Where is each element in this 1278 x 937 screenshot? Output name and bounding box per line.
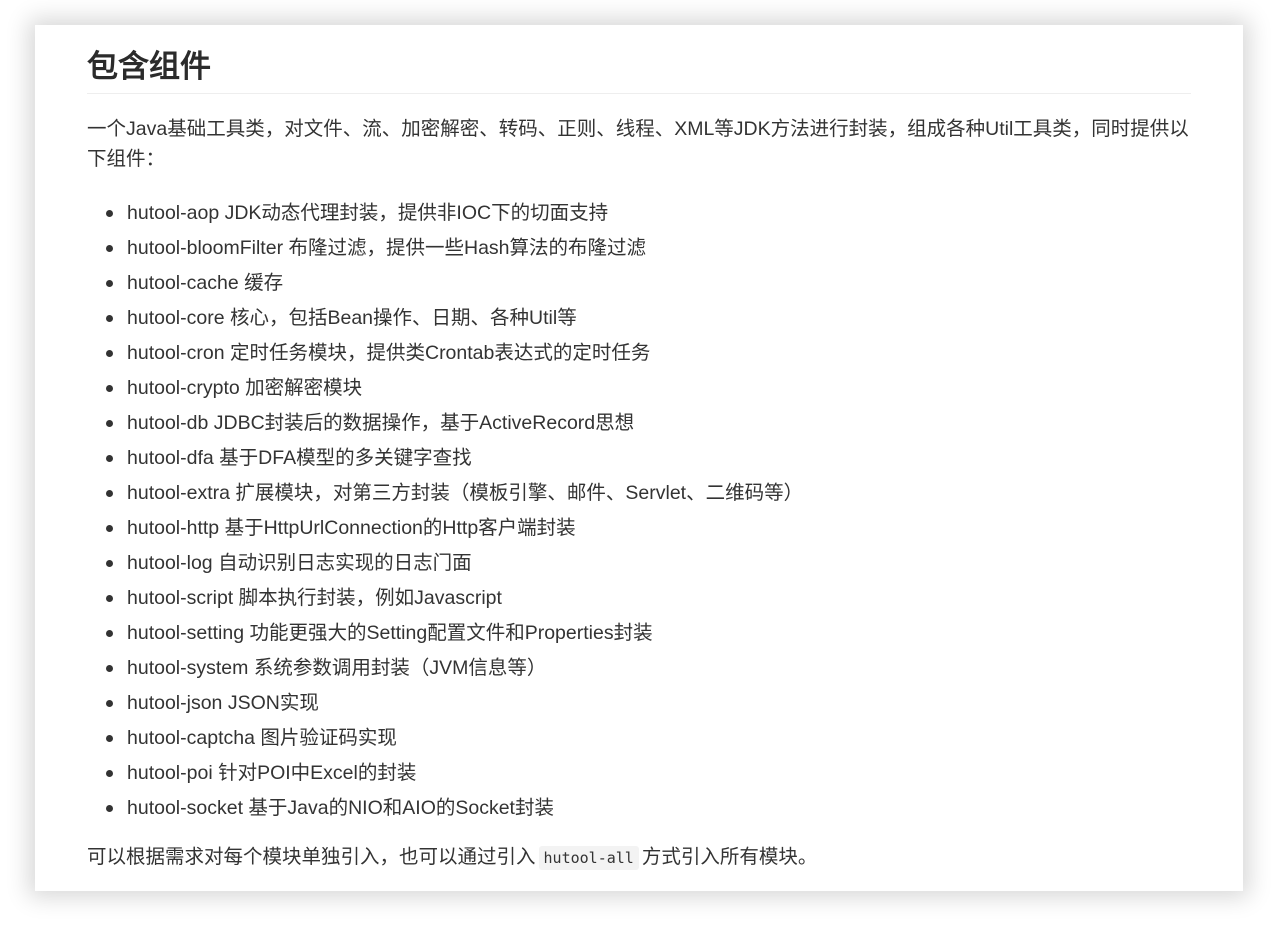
module-description: JDK动态代理封装，提供非IOC下的切面支持 [224,202,609,224]
list-item: hutool-socket 基于Java的NIO和AIO的Socket封装 [106,791,1191,826]
bullet-icon [106,805,113,812]
list-item: hutool-crypto 加密解密模块 [106,371,1191,406]
list-item: hutool-script 脚本执行封装，例如Javascript [106,581,1191,616]
bullet-icon [106,210,113,217]
module-name: hutool-poi [127,762,213,784]
module-name: hutool-setting [127,622,245,644]
module-name: hutool-system [127,657,249,679]
inline-code: hutool-all [538,846,639,870]
list-item: hutool-cache 缓存 [106,266,1191,301]
list-item: hutool-bloomFilter 布隆过滤，提供一些Hash算法的布隆过滤 [106,231,1191,266]
list-item: hutool-extra 扩展模块，对第三方封装（模板引擎、邮件、Servlet… [106,476,1191,511]
bullet-icon [106,630,113,637]
module-description: 定时任务模块，提供类Crontab表达式的定时任务 [229,342,651,364]
list-item: hutool-dfa 基于DFA模型的多关键字查找 [106,441,1191,476]
module-name: hutool-cache [127,272,239,294]
module-name: hutool-socket [127,797,243,819]
bullet-icon [106,280,113,287]
module-name: hutool-script [127,587,234,609]
list-item: hutool-json JSON实现 [106,686,1191,721]
module-name: hutool-aop [127,202,220,224]
module-description: 核心，包括Bean操作、日期、各种Util等 [229,307,577,329]
module-list: hutool-aop JDK动态代理封装，提供非IOC下的切面支持 hutool-… [87,196,1191,826]
footer-text-after: 方式引入所有模块。 [641,846,818,868]
module-description: JSON实现 [227,692,319,714]
module-name: hutool-crypto [127,377,240,399]
module-description: 自动识别日志实现的日志门面 [218,552,472,574]
module-description: JDBC封装后的数据操作，基于ActiveRecord思想 [213,412,635,434]
list-item: hutool-log 自动识别日志实现的日志门面 [106,546,1191,581]
module-name: hutool-captcha [127,727,255,749]
bullet-icon [106,420,113,427]
module-name: hutool-extra [127,482,230,504]
footer-paragraph: 可以根据需求对每个模块单独引入，也可以通过引入 hutool-all 方式引入所有模… [87,842,1191,873]
module-description: 针对POI中Excel的封装 [218,762,417,784]
bullet-icon [106,525,113,532]
module-description: 基于Java的NIO和AIO的Socket封装 [248,797,554,819]
footer-text-before: 可以根据需求对每个模块单独引入，也可以通过引入 [87,846,536,868]
bullet-icon [106,735,113,742]
bullet-icon [106,245,113,252]
module-name: hutool-core [127,307,225,329]
list-item: hutool-setting 功能更强大的Setting配置文件和Propert… [106,616,1191,651]
bullet-icon [106,350,113,357]
bullet-icon [106,700,113,707]
bullet-icon [106,315,113,322]
module-name: hutool-dfa [127,447,214,469]
list-item: hutool-aop JDK动态代理封装，提供非IOC下的切面支持 [106,196,1191,231]
list-item: hutool-system 系统参数调用封装（JVM信息等） [106,651,1191,686]
module-description: 图片验证码实现 [260,727,397,749]
module-name: hutool-http [127,517,220,539]
module-description: 系统参数调用封装（JVM信息等） [253,657,547,679]
module-name: hutool-json [127,692,223,714]
list-item: hutool-poi 针对POI中Excel的封装 [106,756,1191,791]
bullet-icon [106,770,113,777]
bullet-icon [106,560,113,567]
module-description: 布隆过滤，提供一些Hash算法的布隆过滤 [288,237,647,259]
module-name: hutool-db [127,412,209,434]
bullet-icon [106,665,113,672]
bullet-icon [106,385,113,392]
module-description: 缓存 [244,272,284,294]
module-name: hutool-log [127,552,213,574]
module-description: 基于DFA模型的多关键字查找 [219,447,472,469]
section-heading: 包含组件 [87,45,1191,94]
bullet-icon [106,490,113,497]
bullet-icon [106,455,113,462]
module-description: 基于HttpUrlConnection的Http客户端封装 [224,517,576,539]
module-description: 脚本执行封装，例如Javascript [238,587,502,609]
module-name: hutool-cron [127,342,225,364]
list-item: hutool-cron 定时任务模块，提供类Crontab表达式的定时任务 [106,336,1191,371]
content-card: 包含组件 一个Java基础工具类，对文件、流、加密解密、转码、正则、线程、XML… [35,25,1243,891]
list-item: hutool-http 基于HttpUrlConnection的Http客户端封… [106,511,1191,546]
bullet-icon [106,595,113,602]
list-item: hutool-captcha 图片验证码实现 [106,721,1191,756]
module-name: hutool-bloomFilter [127,237,284,259]
module-description: 扩展模块，对第三方封装（模板引擎、邮件、Servlet、二维码等） [235,482,804,504]
module-description: 加密解密模块 [245,377,363,399]
list-item: hutool-core 核心，包括Bean操作、日期、各种Util等 [106,301,1191,336]
list-item: hutool-db JDBC封装后的数据操作，基于ActiveRecord思想 [106,406,1191,441]
module-description: 功能更强大的Setting配置文件和Properties封装 [249,622,653,644]
intro-paragraph: 一个Java基础工具类，对文件、流、加密解密、转码、正则、线程、XML等JDK方… [87,118,1189,170]
